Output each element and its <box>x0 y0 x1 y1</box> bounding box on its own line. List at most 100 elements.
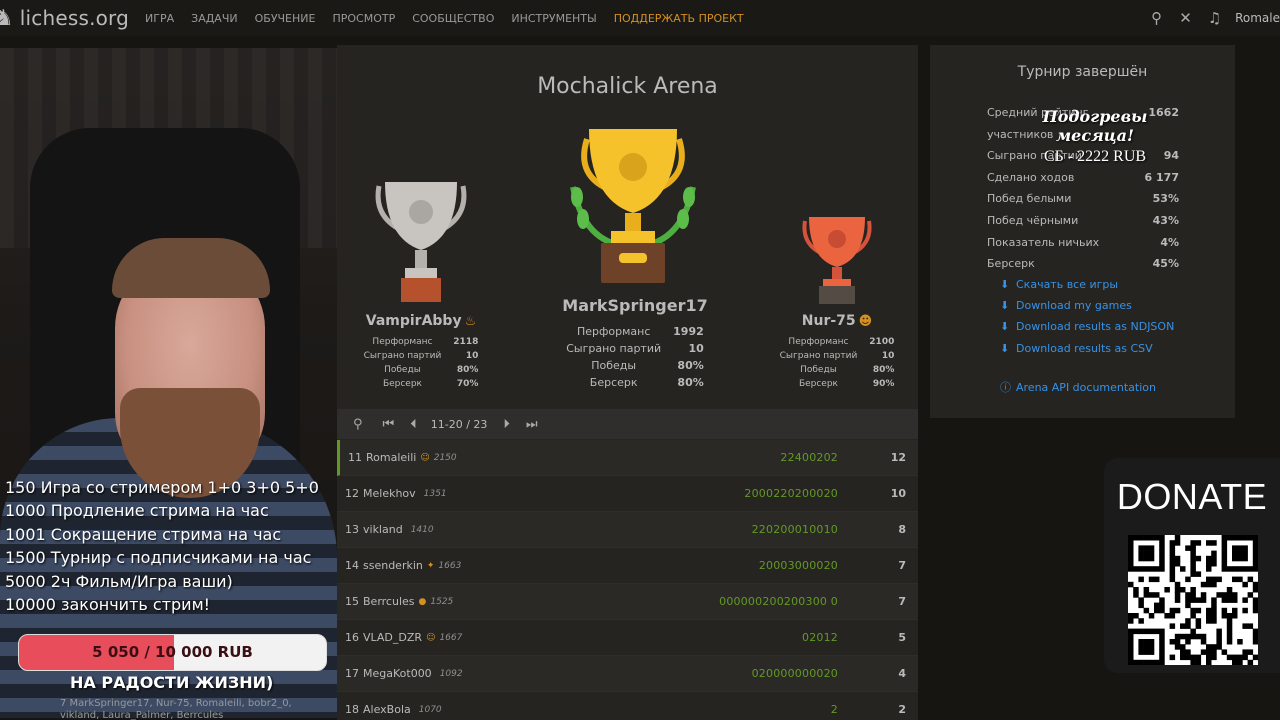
nav-item-puzzles[interactable]: ЗАДАЧИ <box>191 12 237 25</box>
streamer-hair <box>112 238 270 298</box>
user-menu[interactable]: Romale <box>1235 11 1280 25</box>
prev-page-icon[interactable]: ⏴ <box>410 417 417 432</box>
download-csv-link[interactable]: ⬇ Download results as CSV <box>1000 338 1174 359</box>
qr-code-icon <box>1128 535 1259 666</box>
qr-module <box>1169 613 1176 619</box>
row-username[interactable]: Berrcules <box>363 595 415 608</box>
standings-row[interactable]: 16 VLAD_DZR ☺ 1667 02012 5 <box>337 620 918 656</box>
site-brand[interactable]: lichess.org <box>20 6 129 30</box>
row-username[interactable]: MegaKot000 <box>363 667 432 680</box>
qr-module <box>1128 633 1134 640</box>
qr-module <box>1159 607 1165 614</box>
nav-item-watch[interactable]: ПРОСМОТР <box>332 12 395 25</box>
qr-module <box>1174 535 1181 541</box>
qr-module <box>1252 581 1259 588</box>
row-game-scores: 2000220200020 <box>744 487 838 500</box>
qr-module <box>1174 581 1181 588</box>
swords-icon[interactable]: ✕ <box>1171 9 1200 27</box>
qr-module <box>1143 649 1150 655</box>
row-username[interactable]: VLAD_DZR <box>363 631 422 644</box>
qr-module <box>1138 659 1144 666</box>
promo-line-1: Подогревы месяца! <box>1042 107 1148 145</box>
qr-module <box>1200 581 1207 588</box>
qr-module <box>1185 654 1191 661</box>
qr-module <box>1180 587 1186 593</box>
qr-module <box>1211 540 1217 546</box>
standings-row[interactable]: 17 MegaKot000 1092 020000000020 4 <box>337 656 918 692</box>
last-page-icon[interactable]: ⏭ <box>526 417 538 432</box>
standings-row[interactable]: 18 AlexBola 1070 2 2 <box>337 692 918 720</box>
qr-module <box>1211 597 1217 603</box>
standings-row[interactable]: 15 Berrcules ● 1525 000000200200300 0 7 <box>337 584 918 620</box>
qr-module <box>1148 555 1155 562</box>
qr-module <box>1190 592 1196 598</box>
download-ndjson-link[interactable]: ⬇ Download results as NDJSON <box>1000 316 1174 337</box>
qr-module <box>1247 623 1254 629</box>
row-username[interactable]: AlexBola <box>363 703 411 716</box>
qr-module <box>1221 555 1228 562</box>
download-my-games-link[interactable]: ⬇ Download my games <box>1000 295 1174 316</box>
nav-item-tools[interactable]: ИНСТРУМЕНТЫ <box>511 12 596 25</box>
qr-module <box>1159 644 1165 650</box>
qr-module <box>1169 571 1176 577</box>
qr-module <box>1237 654 1243 661</box>
row-rating: 1351 <box>423 488 447 499</box>
nav-item-community[interactable]: СООБЩЕСТВО <box>412 12 494 25</box>
search-icon[interactable]: ⚲ <box>353 417 363 432</box>
site-logo[interactable]: ♞ lichess.org <box>0 6 129 31</box>
podium-second-name[interactable]: VampirAbby ♨ <box>361 313 481 329</box>
info-icon: ⓘ <box>1000 381 1011 394</box>
download-icon: ⬇ <box>1000 341 1010 355</box>
qr-module <box>1180 623 1186 629</box>
podium-third-name[interactable]: Nur-75 ☻ <box>777 313 897 329</box>
qr-module <box>1128 561 1134 567</box>
qr-module <box>1174 633 1181 640</box>
qr-module <box>1232 545 1238 551</box>
row-username[interactable]: ssenderkin <box>363 559 423 572</box>
row-rating: 1070 <box>418 704 442 715</box>
qr-module <box>1200 633 1207 640</box>
podium-first-name[interactable]: MarkSpringer17 <box>555 296 715 315</box>
qr-module <box>1185 618 1191 624</box>
qr-module <box>1190 633 1196 640</box>
silver-trophy-icon <box>375 182 467 302</box>
qr-module <box>1242 597 1248 603</box>
nav-item-play[interactable]: ИГРА <box>145 12 174 25</box>
qr-module <box>1185 649 1191 655</box>
podium-second: VampirAbby ♨ Перформанс 2118 Сыграно парти… <box>361 313 481 391</box>
row-username[interactable]: vikland <box>363 523 403 536</box>
standings-row[interactable]: 14 ssenderkin ✦ 1663 20003000020 7 <box>337 548 918 584</box>
standings-row[interactable]: 11 Romaleili ☺ 2150 22400202 12 <box>337 440 918 476</box>
next-page-icon[interactable]: ⏵ <box>503 417 510 432</box>
search-icon[interactable]: ⚲ <box>1142 9 1171 27</box>
qr-module <box>1237 535 1243 541</box>
qr-module <box>1180 649 1186 655</box>
qr-module <box>1206 561 1212 567</box>
first-page-icon[interactable]: ⏮ <box>383 417 395 432</box>
standings-row[interactable]: 12 Melekhov 1351 2000220200020 10 <box>337 476 918 512</box>
qr-code[interactable] <box>1128 535 1259 666</box>
arena-api-link[interactable]: ⓘ Arena API documentation <box>1000 379 1156 395</box>
standings-row[interactable]: 13 vikland 1410 220200010010 8 <box>337 512 918 548</box>
bell-icon[interactable]: ♫ <box>1200 9 1229 27</box>
qr-module <box>1174 587 1181 593</box>
qr-module <box>1237 659 1243 666</box>
qr-module <box>1216 592 1222 598</box>
qr-module <box>1242 550 1248 557</box>
qr-module <box>1159 659 1165 666</box>
nav-item-learn[interactable]: ОБУЧЕНИЕ <box>255 12 316 25</box>
qr-module <box>1154 602 1160 609</box>
row-username[interactable]: Romaleili <box>366 451 416 464</box>
stats-row: Показатель ничьих 4% <box>987 235 1179 249</box>
qr-module <box>1195 654 1202 661</box>
qr-module <box>1242 535 1248 541</box>
qr-module <box>1148 649 1155 655</box>
nav-item-donate[interactable]: ПОДДЕРЖАТЬ ПРОЕКТ <box>614 12 744 25</box>
podium-second-stats: Перформанс 2118 Сыграно партий 10 Победы 80… <box>363 337 479 389</box>
qr-module <box>1143 550 1150 557</box>
row-username[interactable]: Melekhov <box>363 487 416 500</box>
download-all-games-link[interactable]: ⬇ Скачать все игры <box>1000 274 1174 295</box>
qr-module <box>1211 561 1217 567</box>
qr-module <box>1242 649 1248 655</box>
qr-module <box>1128 545 1134 551</box>
